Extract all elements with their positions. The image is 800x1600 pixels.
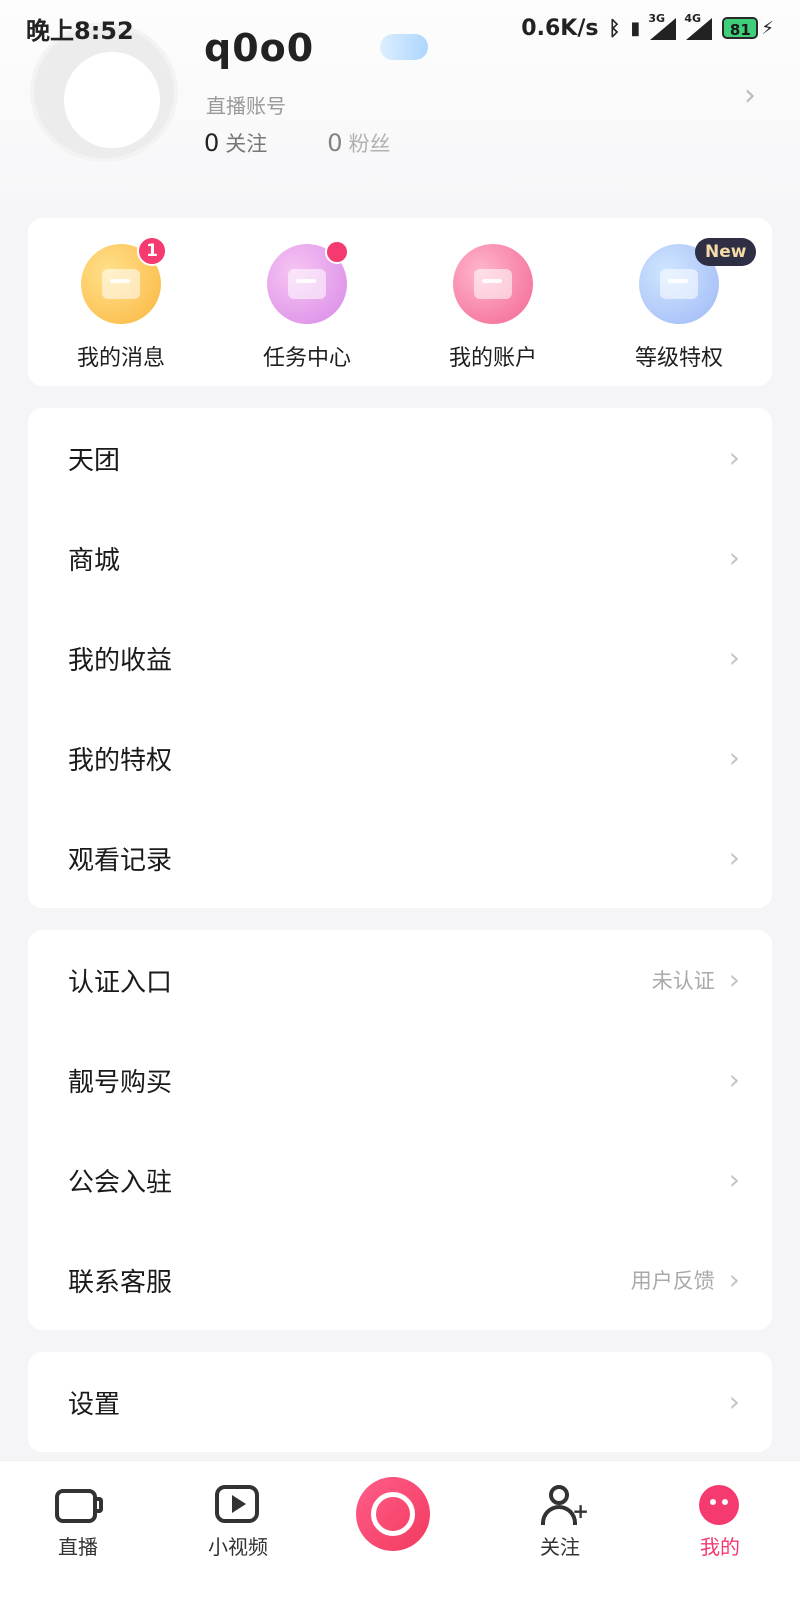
verification-status: 未认证 xyxy=(651,969,715,993)
menu-item-label: 公会入驻 xyxy=(68,1167,173,1198)
menu-item-label: 天团 xyxy=(68,445,121,476)
chevron-right-icon: › xyxy=(728,1163,740,1196)
feedback-hint: 用户反馈 xyxy=(630,1269,715,1293)
fans-label: 粉丝 xyxy=(348,132,391,156)
nav-short-video[interactable]: 小视频 xyxy=(178,1485,298,1560)
net-speed: 0.6K/s xyxy=(521,15,599,41)
nav-label: 小视频 xyxy=(208,1535,268,1559)
menu-item-earnings[interactable]: 我的收益 › xyxy=(28,608,772,708)
nav-label: 关注 xyxy=(540,1535,580,1559)
quick-action-messages[interactable]: 1 我的消息 xyxy=(41,236,201,372)
menu-item-privileges[interactable]: 我的特权 › xyxy=(28,708,772,808)
battery-icon: 81 ⚡ xyxy=(722,17,774,39)
following-label: 关注 xyxy=(225,132,268,156)
menu-item-history[interactable]: 观看记录 › xyxy=(28,808,772,908)
menu-item-support[interactable]: 联系客服 用户反馈 › xyxy=(28,1230,772,1330)
quick-action-label: 我的消息 xyxy=(76,346,165,371)
menu-item-vanity-number[interactable]: 靓号购买 › xyxy=(28,1030,772,1130)
menu-item-label: 我的特权 xyxy=(68,745,173,776)
quick-action-tasks[interactable]: 任务中心 xyxy=(227,240,387,372)
chevron-right-icon: › xyxy=(728,1385,740,1418)
wallet-folder-icon xyxy=(453,244,533,324)
fans-stat[interactable]: 0 粉丝 xyxy=(327,128,390,158)
quick-action-label: 我的账户 xyxy=(448,346,537,371)
quick-action-label: 任务中心 xyxy=(262,346,351,371)
menu-item-mall[interactable]: 商城 › xyxy=(28,508,772,608)
menu-item-label: 靓号购买 xyxy=(68,1067,173,1098)
status-bar: 晚上8:52 0.6K/s ᛒ ▮ 3G 4G 81 ⚡ xyxy=(0,0,800,56)
chevron-right-icon: › xyxy=(728,541,740,574)
chevron-right-icon: › xyxy=(728,1063,740,1096)
menu-card-services: 认证入口 未认证 › 靓号购买 › 公会入驻 › 联系客服 用户反馈 › xyxy=(28,930,772,1330)
chevron-right-icon: › xyxy=(728,741,740,774)
menu-item-guild[interactable]: 公会入驻 › xyxy=(28,1130,772,1230)
menu-item-label: 商城 xyxy=(68,545,121,576)
bluetooth-icon: ᛒ xyxy=(608,16,621,40)
nav-me[interactable]: 我的 xyxy=(660,1485,780,1560)
charging-icon: ⚡ xyxy=(761,17,774,39)
signal-3g-icon: 3G xyxy=(648,12,677,40)
record-icon xyxy=(371,1492,415,1536)
status-indicators: 0.6K/s ᛒ ▮ 3G 4G 81 ⚡ xyxy=(521,12,774,41)
message-badge: 1 xyxy=(137,236,167,266)
chevron-right-icon: › xyxy=(728,963,740,996)
following-count: 0 xyxy=(204,129,220,157)
status-time: 晚上8:52 xyxy=(26,16,134,45)
nav-label: 我的 xyxy=(700,1535,740,1559)
avatar-face-icon xyxy=(64,52,160,148)
quick-action-level[interactable]: New 等级特权 xyxy=(599,238,759,372)
fans-count: 0 xyxy=(327,129,343,157)
quick-action-account[interactable]: 我的账户 xyxy=(413,244,573,372)
menu-item-label: 观看记录 xyxy=(68,845,173,876)
chevron-right-icon: › xyxy=(728,1263,740,1296)
profile-chevron-icon[interactable]: › xyxy=(744,78,756,113)
task-dot-badge xyxy=(325,240,349,264)
battery-level: 81 xyxy=(722,17,759,39)
quick-actions-card: 1 我的消息 任务中心 我的账户 New 等级特权 xyxy=(28,218,772,386)
menu-item-settings[interactable]: 设置 › xyxy=(28,1352,772,1452)
menu-card-settings: 设置 › xyxy=(28,1352,772,1452)
vibrate-icon: ▮ xyxy=(630,17,641,39)
account-id-label: 直播账号 xyxy=(206,94,286,118)
menu-item-label: 设置 xyxy=(68,1389,121,1420)
follow-stats: 0 关注 0 粉丝 xyxy=(204,128,391,158)
nav-label: 直播 xyxy=(58,1535,98,1559)
tv-icon xyxy=(55,1485,103,1525)
signal-4g-icon: 4G xyxy=(684,12,713,40)
nav-live[interactable]: 直播 xyxy=(18,1485,138,1560)
nav-follow[interactable]: + 关注 xyxy=(500,1485,620,1560)
menu-card-main: 天团 › 商城 › 我的收益 › 我的特权 › 观看记录 › xyxy=(28,408,772,908)
play-icon xyxy=(215,1485,261,1525)
bottom-navigation: 直播 小视频 + 关注 我的 xyxy=(0,1460,800,1600)
chevron-right-icon: › xyxy=(728,641,740,674)
menu-item-tiantuan[interactable]: 天团 › xyxy=(28,408,772,508)
menu-item-verification[interactable]: 认证入口 未认证 › xyxy=(28,930,772,1030)
add-person-icon: + xyxy=(537,1485,589,1525)
quick-action-label: 等级特权 xyxy=(634,346,723,371)
go-live-button[interactable] xyxy=(356,1477,430,1551)
chevron-right-icon: › xyxy=(728,841,740,874)
menu-item-label: 我的收益 xyxy=(68,645,173,676)
new-badge: New xyxy=(695,238,757,266)
menu-item-label: 认证入口 xyxy=(68,967,173,998)
menu-item-label: 联系客服 xyxy=(68,1267,173,1298)
following-stat[interactable]: 0 关注 xyxy=(204,128,267,158)
chevron-right-icon: › xyxy=(728,441,740,474)
me-avatar-icon xyxy=(697,1485,743,1525)
